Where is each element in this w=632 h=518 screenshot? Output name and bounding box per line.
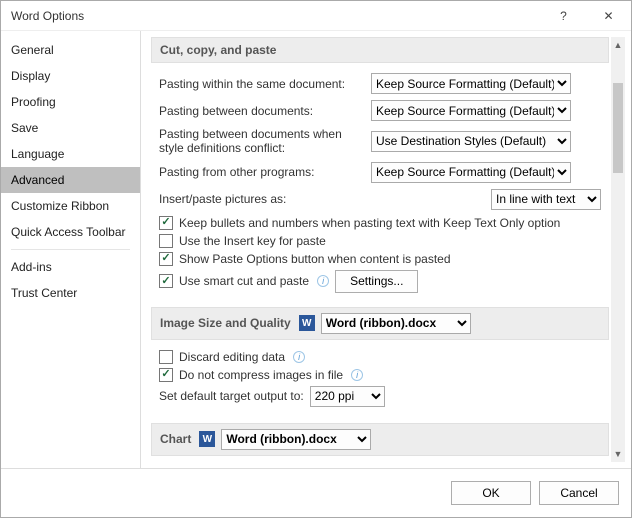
label-insert-pic: Insert/paste pictures as:: [159, 192, 365, 206]
combo-image-doc[interactable]: Word (ribbon).docx: [321, 313, 471, 334]
sidebar-item-qat[interactable]: Quick Access Toolbar: [1, 219, 140, 245]
checkbox-smart-cut-paste[interactable]: [159, 274, 173, 288]
scroll-down-icon[interactable]: ▼: [611, 446, 625, 462]
info-icon[interactable]: i: [351, 369, 363, 381]
close-icon: ✕: [603, 9, 613, 23]
combo-paste-same[interactable]: Keep Source Formatting (Default): [371, 73, 571, 94]
help-icon: ?: [560, 9, 567, 23]
window-title: Word Options: [11, 9, 541, 23]
footer: OK Cancel: [1, 468, 631, 517]
combo-paste-between[interactable]: Keep Source Formatting (Default): [371, 100, 571, 121]
combo-paste-other[interactable]: Keep Source Formatting (Default): [371, 162, 571, 183]
scroll-track[interactable]: [611, 53, 625, 446]
section-body-cutcopypaste: Pasting within the same document: Keep S…: [151, 73, 609, 307]
checkbox-use-insert-key[interactable]: [159, 234, 173, 248]
scroll-area: Cut, copy, and paste Pasting within the …: [151, 37, 609, 462]
titlebar: Word Options ? ✕: [1, 1, 631, 31]
label-keep-bullets: Keep bullets and numbers when pasting te…: [179, 216, 560, 230]
section-header-image: Image Size and Quality W Word (ribbon).d…: [151, 307, 609, 340]
section-header-chart: Chart W Word (ribbon).docx: [151, 423, 609, 456]
sidebar: General Display Proofing Save Language A…: [1, 31, 141, 468]
settings-button[interactable]: Settings...: [335, 270, 418, 293]
label-no-compress: Do not compress images in file: [179, 368, 343, 382]
combo-insert-pic[interactable]: In line with text: [491, 189, 601, 210]
sidebar-item-customize-ribbon[interactable]: Customize Ribbon: [1, 193, 140, 219]
info-icon[interactable]: i: [317, 275, 329, 287]
word-icon: W: [299, 315, 315, 331]
scroll-thumb[interactable]: [613, 83, 623, 173]
sidebar-item-display[interactable]: Display: [1, 63, 140, 89]
ok-button[interactable]: OK: [451, 481, 531, 505]
content: General Display Proofing Save Language A…: [1, 31, 631, 468]
checkbox-discard-editing[interactable]: [159, 350, 173, 364]
scrollbar[interactable]: ▲ ▼: [611, 37, 625, 462]
sidebar-item-general[interactable]: General: [1, 37, 140, 63]
sidebar-item-trust-center[interactable]: Trust Center: [1, 280, 140, 306]
main-panel: Cut, copy, and paste Pasting within the …: [141, 31, 631, 468]
combo-chart-doc[interactable]: Word (ribbon).docx: [221, 429, 371, 450]
section-title: Cut, copy, and paste: [160, 43, 276, 57]
word-icon: W: [199, 431, 215, 447]
label-paste-conflict: Pasting between documents when style def…: [159, 127, 365, 156]
checkbox-keep-bullets[interactable]: [159, 216, 173, 230]
section-header-cutcopypaste: Cut, copy, and paste: [151, 37, 609, 63]
section-title: Image Size and Quality: [160, 316, 291, 330]
checkbox-show-paste-options[interactable]: [159, 252, 173, 266]
help-button[interactable]: ?: [541, 1, 586, 31]
section-body-image: Discard editing data i Do not compress i…: [151, 350, 609, 423]
sidebar-item-language[interactable]: Language: [1, 141, 140, 167]
label-paste-between: Pasting between documents:: [159, 104, 365, 118]
label-discard-editing: Discard editing data: [179, 350, 285, 364]
label-show-paste-options: Show Paste Options button when content i…: [179, 252, 451, 266]
sidebar-item-advanced[interactable]: Advanced: [1, 167, 140, 193]
combo-target-output[interactable]: 220 ppi: [310, 386, 385, 407]
label-paste-other: Pasting from other programs:: [159, 165, 365, 179]
close-button[interactable]: ✕: [586, 1, 631, 31]
sidebar-item-save[interactable]: Save: [1, 115, 140, 141]
label-smart-cut-paste: Use smart cut and paste: [179, 274, 309, 288]
sidebar-divider: [11, 249, 130, 250]
scroll-up-icon[interactable]: ▲: [611, 37, 625, 53]
label-use-insert-key: Use the Insert key for paste: [179, 234, 326, 248]
checkbox-no-compress[interactable]: [159, 368, 173, 382]
sidebar-item-proofing[interactable]: Proofing: [1, 89, 140, 115]
sidebar-item-addins[interactable]: Add-ins: [1, 254, 140, 280]
section-title: Chart: [160, 432, 191, 446]
label-target-output: Set default target output to:: [159, 389, 304, 403]
label-paste-same: Pasting within the same document:: [159, 77, 365, 91]
info-icon[interactable]: i: [293, 351, 305, 363]
combo-paste-conflict[interactable]: Use Destination Styles (Default): [371, 131, 571, 152]
cancel-button[interactable]: Cancel: [539, 481, 619, 505]
